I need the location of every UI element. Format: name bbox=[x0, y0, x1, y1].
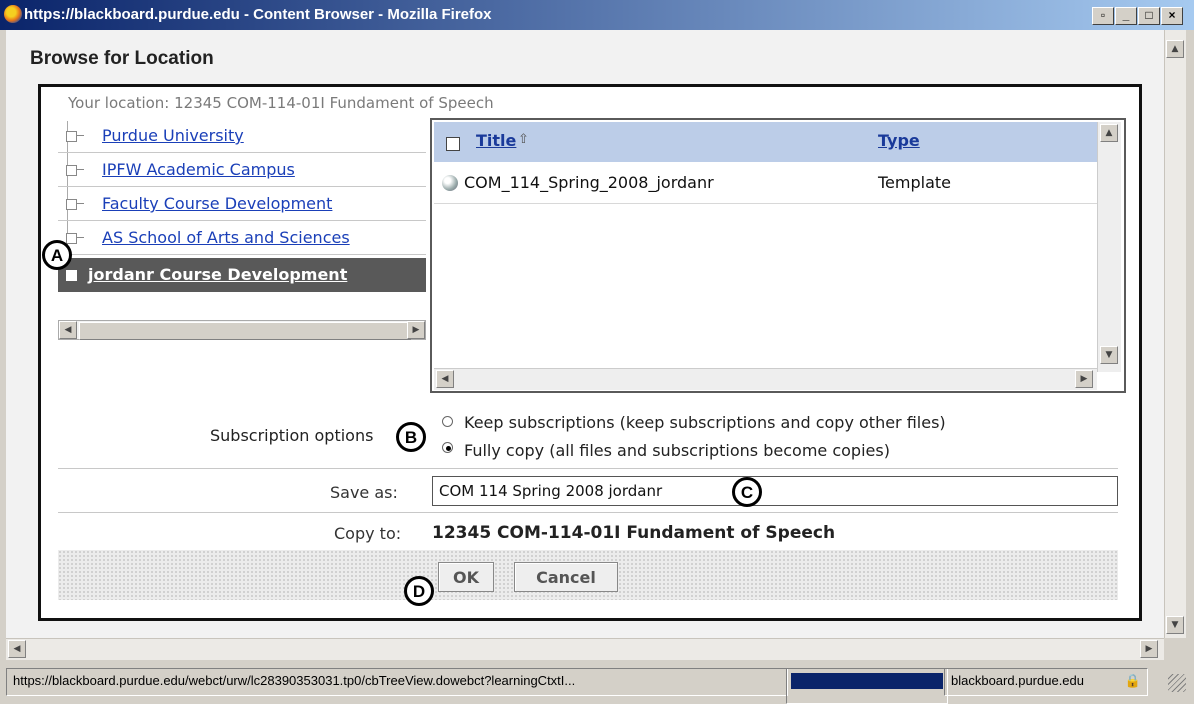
tree-item-faculty-course-development[interactable]: Faculty Course Development bbox=[58, 187, 426, 221]
tree-node-icon bbox=[66, 165, 77, 176]
subscription-options-label: Subscription options bbox=[210, 426, 374, 445]
page-vertical-scrollbar[interactable]: ▲ ▼ bbox=[1164, 30, 1186, 638]
resize-grip-icon[interactable] bbox=[1168, 674, 1186, 692]
column-header-type[interactable]: Type bbox=[878, 131, 920, 150]
save-as-input[interactable] bbox=[432, 476, 1118, 506]
list-header: Title ⇧ Type bbox=[434, 122, 1097, 162]
globe-icon bbox=[442, 175, 458, 191]
page-title: Browse for Location bbox=[30, 48, 214, 69]
row-type: Template bbox=[878, 173, 952, 192]
fully-copy-label[interactable]: Fully copy (all files and subscriptions … bbox=[464, 441, 890, 460]
lock-icon: 🔒 bbox=[1124, 673, 1141, 688]
scroll-up-arrow-icon[interactable]: ▲ bbox=[1166, 40, 1184, 58]
copy-to-label: Copy to: bbox=[334, 524, 402, 543]
scroll-right-arrow-icon[interactable]: ▶ bbox=[1140, 640, 1158, 658]
table-row[interactable]: COM_114_Spring_2008_jordanr Template bbox=[434, 162, 1097, 204]
scroll-left-arrow-icon[interactable]: ◀ bbox=[8, 640, 26, 658]
location-text: Your location: 12345 COM-114-01I Fundame… bbox=[68, 94, 494, 112]
tree-node-icon bbox=[66, 199, 77, 210]
select-all-checkbox[interactable] bbox=[446, 137, 460, 151]
callout-b: B bbox=[396, 422, 426, 452]
restore-small-icon[interactable]: ▫ bbox=[1092, 7, 1114, 25]
tree-item-as-school-of-arts-and-sciences[interactable]: AS School of Arts and Sciences bbox=[58, 221, 426, 255]
tree-item-ipfw-academic-campus[interactable]: IPFW Academic Campus bbox=[58, 153, 426, 187]
scroll-right-arrow-icon[interactable]: ▶ bbox=[1075, 370, 1093, 388]
tree-node-icon bbox=[66, 270, 77, 281]
list-vertical-scrollbar[interactable]: ▲ ▼ bbox=[1097, 122, 1121, 372]
callout-c: C bbox=[732, 477, 762, 507]
tree-item-jordanr-course-development[interactable]: jordanr Course Development bbox=[58, 258, 426, 292]
cancel-button[interactable]: Cancel bbox=[514, 562, 618, 592]
tree-item-label[interactable]: jordanr Course Development bbox=[88, 265, 347, 284]
status-domain-text: blackboard.purdue.edu bbox=[951, 673, 1084, 688]
window-title: https://blackboard.purdue.edu - Content … bbox=[24, 6, 492, 23]
tree-node-icon bbox=[66, 131, 77, 142]
scroll-right-arrow-icon[interactable]: ▶ bbox=[407, 321, 425, 339]
progress-fill bbox=[791, 673, 943, 689]
minimize-button[interactable]: _ bbox=[1115, 7, 1137, 25]
save-as-label: Save as: bbox=[330, 483, 398, 502]
tree-horizontal-scrollbar[interactable]: ◀ ▶ bbox=[58, 320, 426, 340]
status-url: https://blackboard.purdue.edu/webct/urw/… bbox=[6, 668, 788, 696]
status-bar: https://blackboard.purdue.edu/webct/urw/… bbox=[0, 664, 1194, 704]
scroll-up-arrow-icon[interactable]: ▲ bbox=[1100, 124, 1118, 142]
scroll-down-arrow-icon[interactable]: ▼ bbox=[1166, 616, 1184, 634]
window-title-bar: https://blackboard.purdue.edu - Content … bbox=[0, 0, 1194, 30]
tree-node-icon bbox=[66, 233, 77, 244]
scroll-left-arrow-icon[interactable]: ◀ bbox=[436, 370, 454, 388]
sort-arrow-icon[interactable]: ⇧ bbox=[518, 132, 529, 147]
tree-item-purdue-university[interactable]: Purdue University bbox=[58, 119, 426, 153]
close-button[interactable]: × bbox=[1161, 7, 1183, 25]
keep-subscriptions-label[interactable]: Keep subscriptions (keep subscriptions a… bbox=[464, 413, 946, 432]
tree-item-label[interactable]: Purdue University bbox=[102, 126, 244, 145]
fully-copy-radio[interactable] bbox=[442, 442, 453, 453]
tree-item-label[interactable]: IPFW Academic Campus bbox=[102, 160, 295, 179]
scroll-left-arrow-icon[interactable]: ◀ bbox=[59, 321, 77, 339]
page-horizontal-scrollbar[interactable]: ◀ ▶ bbox=[6, 638, 1164, 660]
divider bbox=[58, 512, 1118, 513]
tree-item-label[interactable]: AS School of Arts and Sciences bbox=[102, 228, 350, 247]
callout-d: D bbox=[404, 576, 434, 606]
ok-button[interactable]: OK bbox=[438, 562, 494, 592]
callout-a: A bbox=[42, 240, 72, 270]
scroll-down-arrow-icon[interactable]: ▼ bbox=[1100, 346, 1118, 364]
status-domain: blackboard.purdue.edu 🔒 bbox=[944, 668, 1148, 696]
column-header-title[interactable]: Title bbox=[476, 131, 516, 150]
scroll-thumb[interactable] bbox=[79, 322, 411, 340]
keep-subscriptions-radio[interactable] bbox=[442, 416, 453, 427]
tree-item-label[interactable]: Faculty Course Development bbox=[102, 194, 332, 213]
maximize-button[interactable]: □ bbox=[1138, 7, 1160, 25]
firefox-icon bbox=[4, 5, 22, 23]
copy-to-value: 12345 COM-114-01I Fundament of Speech bbox=[432, 523, 836, 543]
list-horizontal-scrollbar[interactable]: ◀ ▶ bbox=[434, 368, 1097, 390]
row-name[interactable]: COM_114_Spring_2008_jordanr bbox=[464, 173, 714, 192]
divider bbox=[58, 468, 1118, 469]
